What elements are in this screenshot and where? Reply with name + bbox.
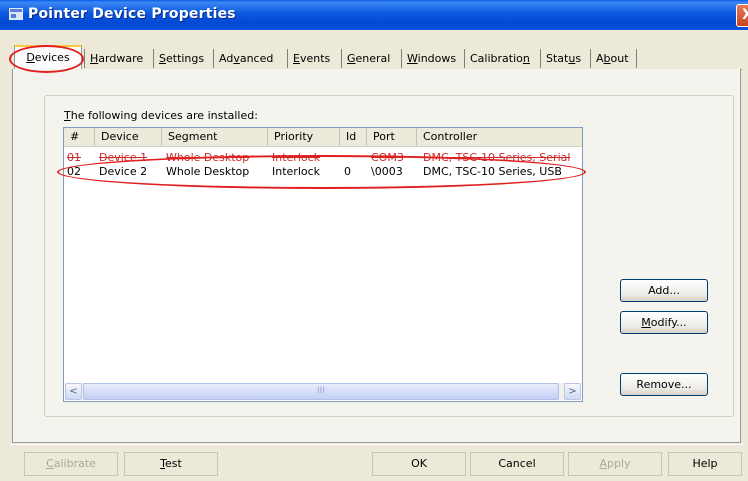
title-bar[interactable]: Pointer Device Properties X — [0, 0, 748, 30]
cell-priority: Interlock — [272, 165, 321, 178]
cell-number: 02 — [67, 165, 81, 178]
cell-segment: Whole Desktop — [166, 151, 250, 164]
tab-about[interactable]: About — [596, 49, 629, 69]
scroll-thumb[interactable]: III — [83, 383, 559, 400]
devices-list-caption: The following devices are installed: — [64, 109, 258, 122]
cell-controller: DMC, TSC-10 Series, USB — [423, 165, 562, 178]
tab-advanced[interactable]: Advanced — [219, 49, 273, 69]
modify-button[interactable]: Modify... — [620, 311, 708, 334]
close-button[interactable]: X — [736, 4, 748, 27]
device-row-1[interactable]: 01 Device 1 Whole Desktop Interlock COM3… — [64, 150, 582, 165]
column-header-id[interactable]: Id — [340, 128, 367, 147]
cell-controller: DMC, TSC-10 Series, Serial — [423, 151, 571, 164]
tab-separator — [287, 49, 288, 68]
mouse-device-icon — [9, 8, 23, 20]
tab-events[interactable]: Events — [293, 49, 330, 69]
scroll-left-button[interactable]: < — [65, 383, 82, 400]
cell-device: Device 2 — [99, 165, 148, 178]
horizontal-scrollbar[interactable]: < III > — [65, 383, 581, 400]
cell-number: 01 — [67, 151, 81, 164]
device-row-2[interactable]: 02 Device 2 Whole Desktop Interlock 0 \0… — [64, 164, 582, 179]
tab-separator — [540, 49, 541, 68]
apply-button[interactable]: Apply — [568, 452, 662, 476]
tab-settings[interactable]: Settings — [159, 49, 204, 69]
cell-port: COM3 — [371, 151, 404, 164]
footer-separator — [10, 444, 743, 445]
dialog-window: Pointer Device Properties X Devices Hard… — [0, 0, 748, 481]
tab-separator — [153, 49, 154, 68]
column-header-device[interactable]: Device — [95, 128, 162, 147]
cell-segment: Whole Desktop — [166, 165, 250, 178]
column-header-port[interactable]: Port — [367, 128, 417, 147]
tab-calibration[interactable]: Calibration — [470, 49, 530, 69]
cell-id: 0 — [344, 165, 351, 178]
tab-status[interactable]: Status — [546, 49, 581, 69]
cancel-button[interactable]: Cancel — [470, 452, 564, 476]
devices-list[interactable]: # Device Segment Priority Id Port Contro… — [63, 127, 583, 402]
tab-separator — [636, 49, 637, 68]
column-header-priority[interactable]: Priority — [268, 128, 340, 147]
tab-general[interactable]: General — [347, 49, 390, 69]
column-header-number[interactable]: # — [64, 128, 95, 147]
tab-hardware[interactable]: Hardware — [90, 49, 143, 69]
cell-port: \0003 — [371, 165, 403, 178]
column-header-segment[interactable]: Segment — [162, 128, 268, 147]
help-button[interactable]: Help — [668, 452, 742, 476]
column-header-controller[interactable]: Controller — [417, 128, 582, 147]
tab-separator — [464, 49, 465, 68]
tab-devices[interactable]: Devices — [14, 45, 82, 69]
remove-button[interactable]: Remove... — [620, 373, 708, 396]
window-title: Pointer Device Properties — [28, 6, 236, 22]
test-button[interactable]: Test — [124, 452, 218, 476]
add-button[interactable]: Add... — [620, 279, 708, 302]
tab-separator — [213, 49, 214, 68]
ok-button[interactable]: OK — [372, 452, 466, 476]
cell-priority: Interlock — [272, 151, 321, 164]
calibrate-button[interactable]: Calibrate — [24, 452, 118, 476]
scroll-right-button[interactable]: > — [564, 383, 581, 400]
tab-separator — [341, 49, 342, 68]
tab-separator — [401, 49, 402, 68]
tab-windows[interactable]: Windows — [407, 49, 456, 69]
cell-device: Device 1 — [99, 151, 148, 164]
tab-separator — [590, 49, 591, 68]
tab-separator — [84, 49, 85, 68]
